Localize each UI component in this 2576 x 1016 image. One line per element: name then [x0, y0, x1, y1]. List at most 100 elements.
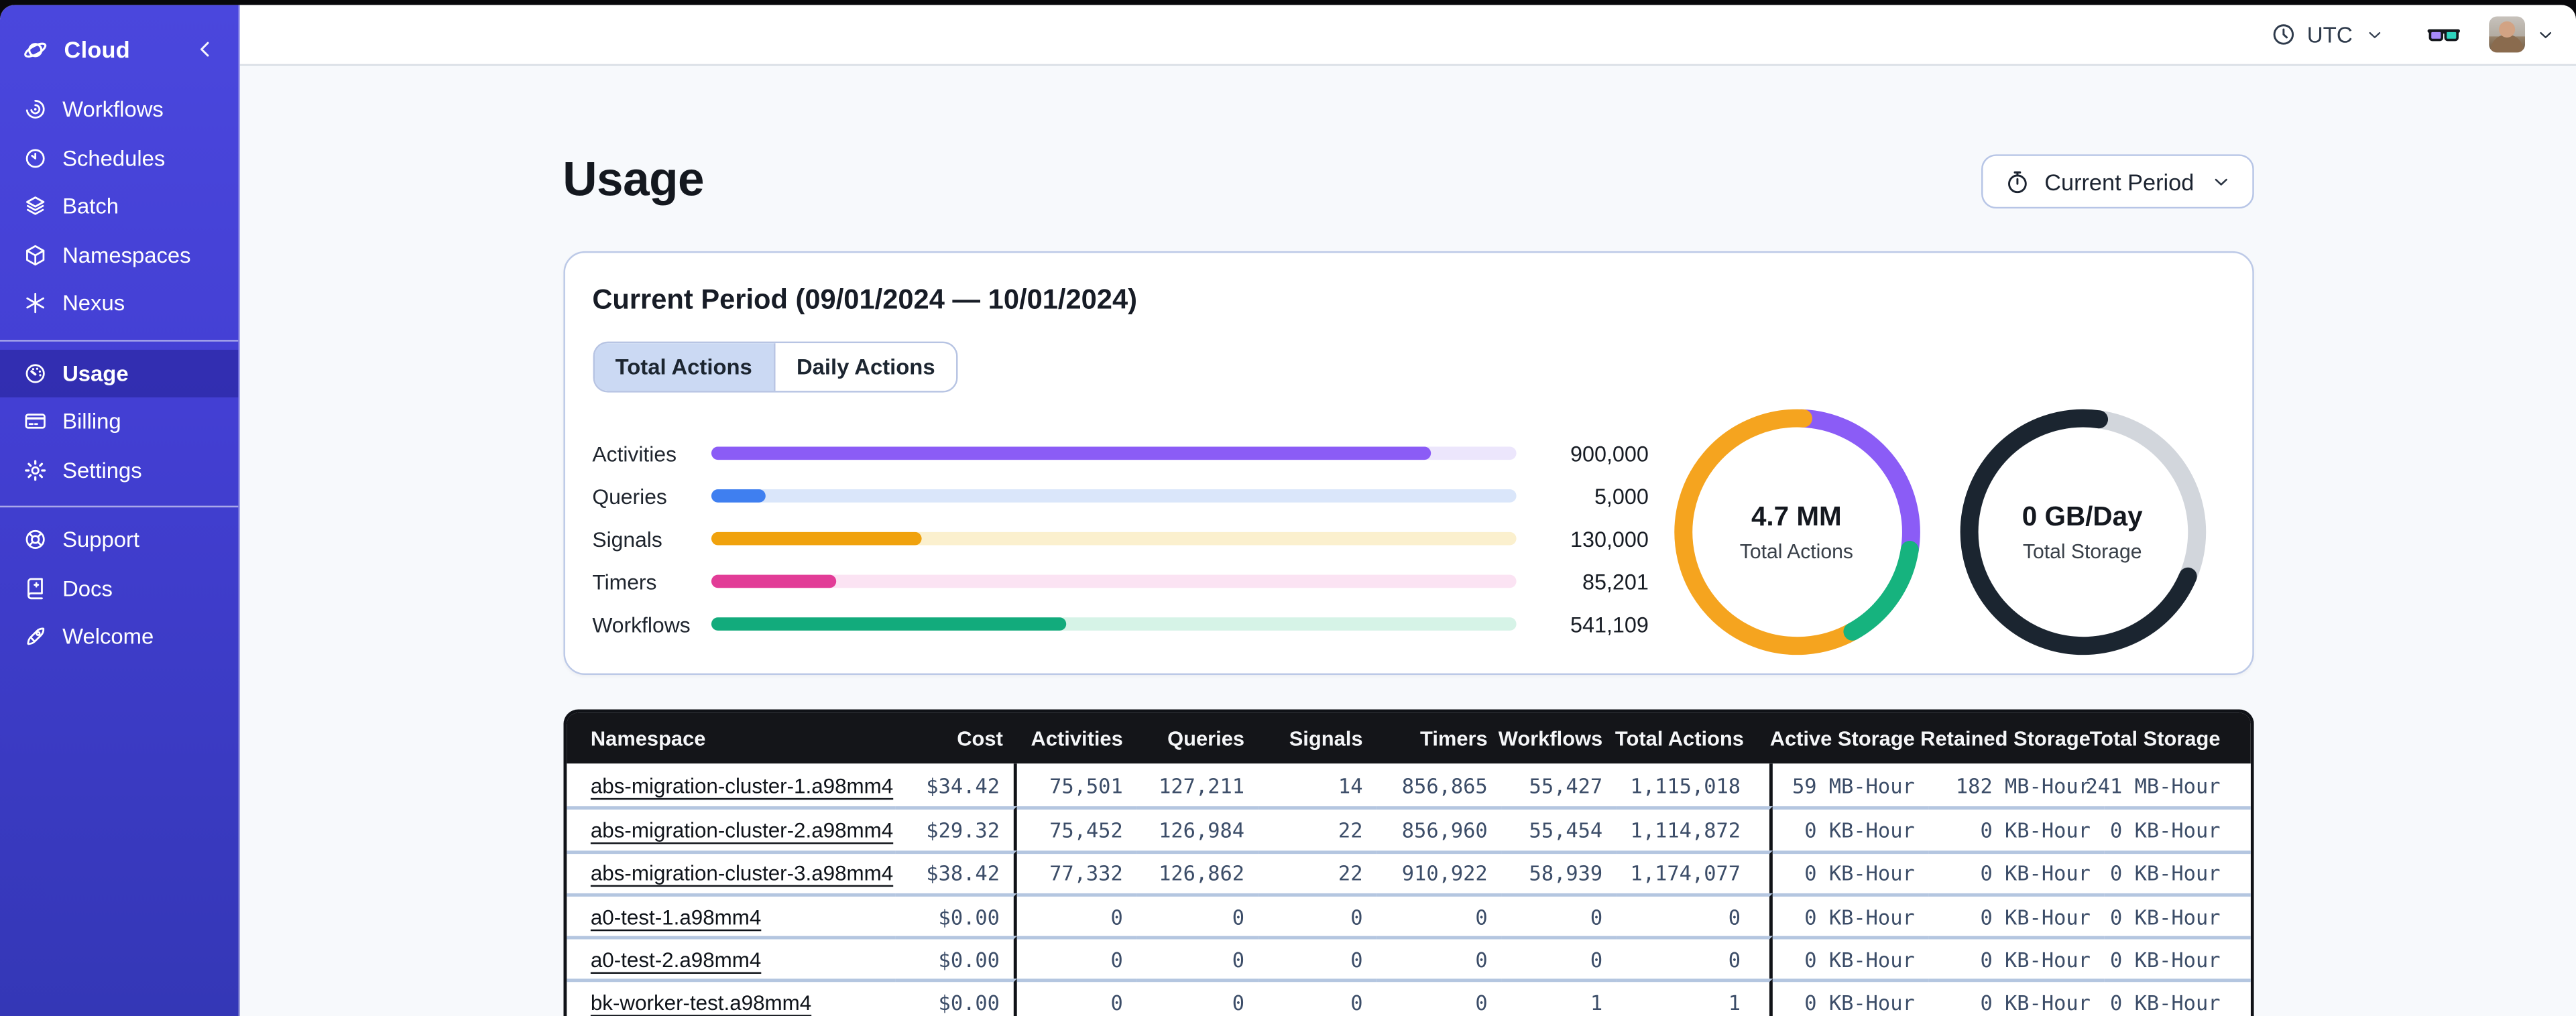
- namespace-link[interactable]: abs-migration-cluster-2.a98mm4: [591, 818, 893, 842]
- welcome-rocket-icon: [21, 625, 48, 649]
- bar-value: 541,109: [1570, 611, 1649, 637]
- cell-timers: 0: [1376, 893, 1501, 936]
- cell-queries: 0: [1136, 936, 1258, 979]
- cell-cost: $0.00: [894, 936, 1016, 980]
- bar-fill: [710, 531, 923, 546]
- cell-active-storage: 0 KB-Hour: [1771, 979, 1928, 1016]
- cell-total-storage: 0 KB-Hour: [2103, 806, 2250, 850]
- cell-timers: 856,865: [1401, 773, 1488, 798]
- workflows-icon: [21, 97, 48, 122]
- cell-active-storage: 0 KB-Hour: [1771, 893, 1928, 936]
- top-bar: UTC: [239, 5, 2576, 66]
- cell-activities: 75,452: [1016, 806, 1136, 850]
- stopwatch-icon: [2005, 168, 2031, 194]
- period-selector-button[interactable]: Current Period: [1982, 154, 2253, 209]
- sidebar-item-welcome[interactable]: Welcome: [0, 613, 238, 661]
- column-header-signals: Signals: [1289, 726, 1363, 750]
- glasses-icon: [2426, 17, 2461, 52]
- cell-cost: $0.00: [894, 979, 1016, 1016]
- sidebar-item-billing[interactable]: Billing: [0, 397, 238, 446]
- sidebar-item-label: Nexus: [62, 291, 125, 316]
- cell-total-actions: 1,174,077: [1615, 850, 1772, 893]
- account-menu[interactable]: [2489, 16, 2555, 53]
- cell-signals: 0: [1257, 979, 1377, 1016]
- usage-card-title: Current Period (09/01/2024 — 10/01/2024): [592, 283, 1138, 316]
- cell-queries: 127,211: [1159, 773, 1245, 798]
- cell-activities: 77,332: [1016, 850, 1136, 893]
- sidebar-item-label: Support: [62, 527, 140, 552]
- timezone-selector[interactable]: UTC: [2271, 21, 2384, 48]
- billing-card-icon: [21, 409, 48, 434]
- period-selector-label: Current Period: [2044, 168, 2194, 195]
- feedback-glasses-button[interactable]: [2426, 17, 2461, 52]
- namespace-link[interactable]: bk-worker-test.a98mm4: [591, 991, 811, 1015]
- cell-workflows: 0: [1501, 936, 1616, 979]
- cell-cost: $34.42: [894, 763, 1016, 807]
- batch-icon: [21, 194, 48, 219]
- cell-total-actions: 1,115,018: [1616, 763, 1772, 807]
- bar-value: 130,000: [1570, 526, 1649, 552]
- sidebar-item-settings[interactable]: Settings: [0, 446, 238, 494]
- page-head: Usage Current Period: [563, 154, 2253, 209]
- column-header-cost: Cost: [957, 726, 1003, 750]
- cell-workflows: 1: [1501, 979, 1616, 1016]
- namespace-link[interactable]: abs-migration-cluster-3.a98mm4: [591, 861, 893, 886]
- docs-book-icon: [21, 576, 48, 600]
- sidebar-item-label: Namespaces: [62, 243, 191, 267]
- sidebar-item-batch[interactable]: Batch: [0, 182, 238, 231]
- namespace-link[interactable]: a0-test-2.a98mm4: [591, 947, 761, 972]
- cell-timers: 856,960: [1376, 806, 1501, 850]
- bar-label: Timers: [592, 569, 657, 594]
- collapse-sidebar-icon[interactable]: [194, 38, 217, 60]
- cell-retained-storage: 0 KB-Hour: [1928, 979, 2104, 1016]
- tab-daily-actions[interactable]: Daily Actions: [773, 343, 957, 391]
- bar-track: [710, 489, 1516, 503]
- cell-workflows: 58,939: [1501, 850, 1616, 893]
- tab-total-actions[interactable]: Total Actions: [593, 343, 774, 391]
- page-title: Usage: [563, 154, 705, 207]
- sidebar-item-docs[interactable]: Docs: [0, 564, 238, 613]
- cell-queries: 126,862: [1136, 850, 1258, 893]
- schedules-icon: [21, 145, 48, 170]
- bar-track: [710, 446, 1516, 460]
- cell-signals: 14: [1338, 773, 1363, 798]
- sidebar-group: Usage Billing Settings: [0, 338, 239, 506]
- namespaces-icon: [21, 243, 48, 267]
- sidebar-item-label: Billing: [62, 409, 121, 434]
- sidebar-item-schedules[interactable]: Schedules: [0, 134, 238, 182]
- namespace-link[interactable]: abs-migration-cluster-1.a98mm4: [591, 773, 893, 798]
- namespace-link[interactable]: a0-test-1.a98mm4: [591, 904, 761, 929]
- donut-center-label: Total Storage: [2022, 539, 2142, 563]
- sidebar-item-nexus[interactable]: Nexus: [0, 279, 238, 328]
- cell-activities: 0: [1016, 979, 1136, 1016]
- cell-retained-storage: 0 KB-Hour: [1928, 893, 2104, 936]
- cell-queries: 0: [1136, 893, 1258, 936]
- namespace-cell: a0-test-2.a98mm4: [566, 936, 895, 979]
- cell-retained-storage: 0 KB-Hour: [1928, 850, 2104, 893]
- cell-workflows: 0: [1501, 893, 1616, 936]
- support-lifebuoy-icon: [21, 527, 48, 552]
- donut-center-value: 4.7 MM: [1751, 501, 1842, 531]
- cell-cost: $0.00: [894, 893, 1016, 937]
- cell-total-actions: 0: [1615, 936, 1772, 980]
- app-window: Cloud Workflows Schedules Batch Namespaces N…: [0, 5, 2576, 1016]
- bar-value: 5,000: [1594, 483, 1649, 509]
- bar-track: [710, 531, 1516, 546]
- cell-signals: 22: [1257, 850, 1377, 893]
- sidebar-item-workflows[interactable]: Workflows: [0, 85, 238, 133]
- namespace-usage-table: Namespace Cost Activities Queries Signals Tim…: [563, 709, 2253, 1016]
- sidebar-item-support[interactable]: Support: [0, 515, 238, 564]
- cell-retained-storage: 182 MB-Hour: [1955, 773, 2091, 798]
- sidebar-item-usage[interactable]: Usage: [0, 348, 239, 397]
- sidebar-brand[interactable]: Cloud: [0, 21, 238, 77]
- cloud-logo-icon: [21, 36, 50, 64]
- bar-label: Signals: [592, 526, 662, 552]
- sidebar-item-label: Settings: [62, 458, 142, 483]
- bar-fill: [710, 617, 1066, 631]
- sidebar-item-namespaces[interactable]: Namespaces: [0, 231, 238, 279]
- column-header-timers: Timers: [1420, 726, 1488, 750]
- sidebar-item-label: Batch: [62, 194, 119, 219]
- cell-total-storage: 0 KB-Hour: [2103, 936, 2250, 979]
- cell-total-storage: 0 KB-Hour: [2103, 893, 2250, 936]
- sidebar-group: Workflows Schedules Batch Namespaces Nexus: [0, 77, 238, 339]
